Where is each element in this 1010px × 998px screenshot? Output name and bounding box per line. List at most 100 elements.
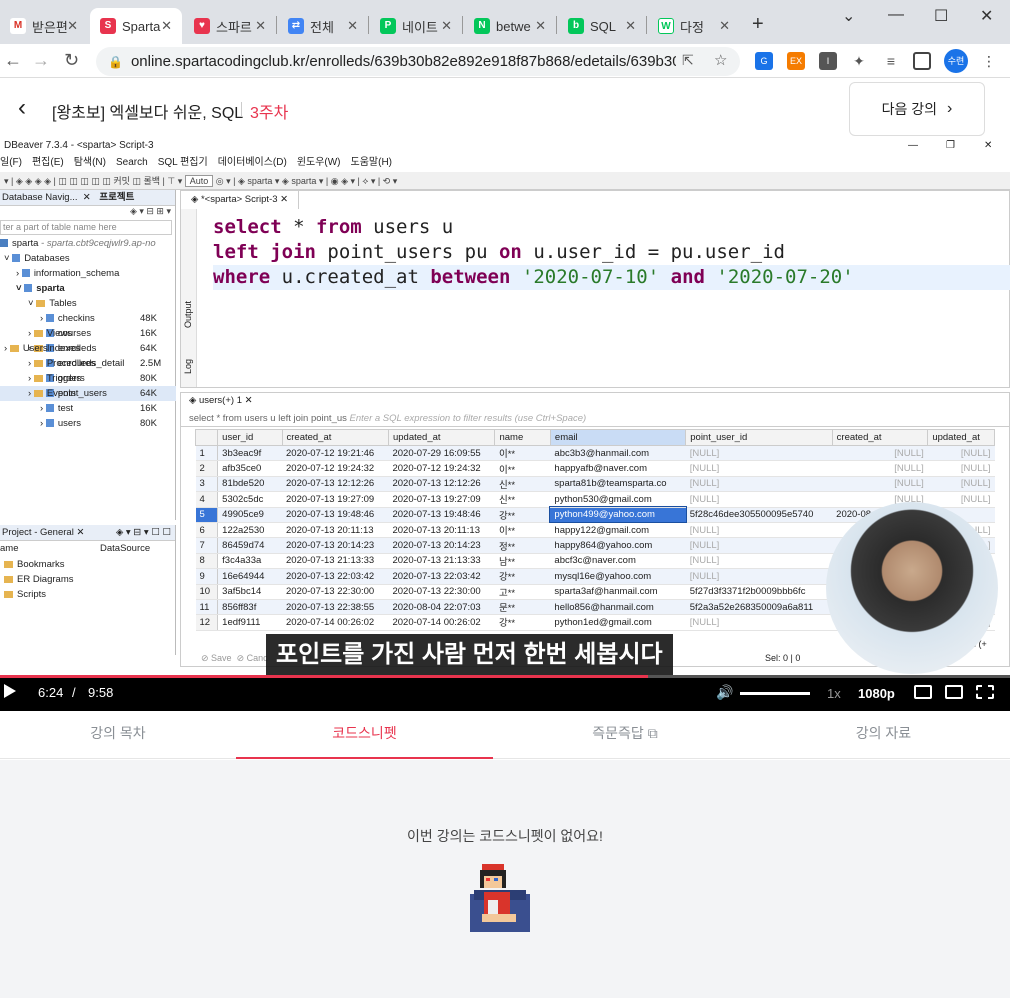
grid-cell[interactable]: 3b3eac9f: [217, 445, 282, 462]
grid-cell[interactable]: 이**: [494, 445, 551, 462]
row-number[interactable]: 1: [195, 445, 219, 462]
column-header[interactable]: user_id: [217, 429, 283, 446]
grid-cell[interactable]: 5302c5dc: [217, 491, 282, 508]
grid-cell[interactable]: 2020-07-13 12:12:26: [388, 476, 495, 493]
browser-tab[interactable]: ♥ 스파르 ✕: [184, 8, 276, 44]
grid-cell[interactable]: [NULL]: [685, 537, 833, 554]
tree-folder[interactable]: › Triggers: [0, 371, 176, 386]
close-window-icon[interactable]: ✕: [980, 6, 993, 26]
grid-cell[interactable]: 856ff83f: [217, 599, 282, 616]
puzzle-icon[interactable]: ✦: [850, 52, 868, 70]
close-icon[interactable]: ✕: [535, 18, 546, 34]
tree-info-schema[interactable]: › information_schema: [0, 266, 176, 281]
grid-cell[interactable]: happy864@yahoo.com: [550, 537, 686, 554]
grid-cell[interactable]: 2020-07-13 19:48:46: [282, 507, 389, 523]
editor-tab[interactable]: ◈ *<sparta> Script-3 ✕: [181, 191, 300, 209]
grid-cell[interactable]: python1ed@gmail.com: [550, 614, 686, 631]
tab-materials[interactable]: 강의 자료: [757, 711, 1010, 759]
table-row[interactable]: 3 81bde520 2020-07-13 12:12:26 2020-07-13 1…: [195, 476, 995, 493]
tree-tables[interactable]: ˅ Tables: [0, 296, 176, 311]
tree-databases[interactable]: ˅ Databases: [0, 251, 176, 266]
grid-cell[interactable]: mysql16e@yahoo.com: [550, 568, 686, 585]
url-text[interactable]: online.spartacodingclub.kr/enrolleds/639…: [131, 53, 676, 70]
grid-cell[interactable]: 2020-08-04 22:07:03: [388, 599, 495, 616]
grid-cell[interactable]: [NULL]: [927, 491, 995, 508]
menu-item[interactable]: 일(F): [0, 154, 22, 172]
browser-tab[interactable]: b SQL ✕: [558, 8, 646, 44]
browser-tab[interactable]: W 다정 ✕: [648, 8, 740, 44]
menu-item[interactable]: 데이터베이스(D): [218, 154, 287, 172]
grid-cell[interactable]: [NULL]: [685, 445, 833, 462]
close-icon[interactable]: ✕: [67, 18, 78, 34]
profile-avatar[interactable]: 수련: [944, 49, 968, 73]
project-item[interactable]: Bookmarks: [0, 557, 74, 572]
row-number[interactable]: 2: [195, 460, 219, 477]
tab-contents[interactable]: 강의 목차: [0, 711, 236, 759]
reload-icon[interactable]: ↻: [64, 50, 79, 71]
grid-cell[interactable]: abcf3c@naver.com: [550, 553, 686, 570]
grid-cell[interactable]: 2020-07-13 21:13:33: [282, 553, 389, 570]
table-row[interactable]: 2 afb35ce0 2020-07-12 19:24:32 2020-07-12 1…: [195, 460, 995, 477]
grid-cell[interactable]: afb35ce0: [217, 460, 282, 477]
tree-sparta[interactable]: ˅ sparta: [0, 281, 176, 296]
star-icon[interactable]: ☆: [714, 51, 727, 69]
grid-cell[interactable]: 강**: [494, 568, 551, 585]
close-icon[interactable]: ✕: [255, 18, 266, 34]
grid-cell[interactable]: 2020-07-14 00:26:02: [282, 614, 389, 631]
grid-cell[interactable]: 1edf9111: [217, 614, 282, 631]
pip-icon[interactable]: [945, 685, 963, 699]
menu-item[interactable]: 윈도우(W): [297, 154, 341, 172]
next-lecture-button[interactable]: 다음 강의 ›: [849, 82, 985, 136]
tab-code-snippets[interactable]: 코드스니펫: [236, 711, 493, 759]
grid-cell[interactable]: 49905ce9: [217, 507, 282, 523]
grid-cell[interactable]: abc3b3@hanmail.com: [550, 445, 686, 462]
grid-cell[interactable]: [NULL]: [832, 476, 928, 493]
grid-cell[interactable]: [NULL]: [685, 614, 833, 631]
grid-cell[interactable]: [NULL]: [832, 445, 928, 462]
grid-cell[interactable]: [NULL]: [685, 476, 833, 493]
table-row[interactable]: 4 5302c5dc 2020-07-13 19:27:09 2020-07-13 1…: [195, 491, 995, 508]
grid-cell[interactable]: 2020-07-13 20:14:23: [282, 537, 389, 554]
browser-tab[interactable]: M 받은편 ✕: [0, 8, 88, 44]
speed-button[interactable]: 1x: [827, 686, 841, 701]
grid-cell[interactable]: [NULL]: [832, 460, 928, 477]
minimize-icon[interactable]: —: [888, 6, 904, 24]
close-icon[interactable]: ✕: [625, 18, 636, 34]
grid-cell[interactable]: 16e64944: [217, 568, 282, 585]
menu-item[interactable]: 편집(E): [32, 154, 64, 172]
grid-cell[interactable]: 2020-07-29 16:09:55: [388, 445, 495, 462]
column-header[interactable]: created_at: [831, 429, 929, 446]
address-bar[interactable]: 🔒 online.spartacodingclub.kr/enrolleds/6…: [96, 47, 740, 76]
grid-cell[interactable]: happy122@gmail.com: [550, 522, 686, 539]
grid-cell[interactable]: 2020-07-13 22:03:42: [282, 568, 389, 585]
column-header[interactable]: created_at: [281, 429, 389, 446]
play-icon[interactable]: [4, 684, 16, 698]
row-number[interactable]: 6: [195, 522, 219, 539]
column-header[interactable]: point_user_id: [685, 429, 833, 446]
grid-cell[interactable]: happyafb@naver.com: [550, 460, 686, 477]
grid-cell[interactable]: 신**: [494, 476, 551, 493]
log-label[interactable]: Log: [183, 359, 193, 374]
menu-item[interactable]: Search: [116, 154, 148, 172]
grid-cell[interactable]: [NULL]: [685, 491, 833, 508]
grid-cell[interactable]: 2020-07-13 12:12:26: [282, 476, 389, 493]
grid-cell[interactable]: 남**: [494, 553, 551, 570]
grid-cell[interactable]: 2020-07-13 22:30:00: [282, 584, 389, 600]
column-header[interactable]: email: [549, 429, 687, 446]
browser-tab[interactable]: P 네이트 ✕: [370, 8, 462, 44]
row-number[interactable]: 4: [195, 491, 219, 508]
row-number[interactable]: 3: [195, 476, 219, 493]
media-icon[interactable]: ≡: [882, 52, 900, 70]
extension-icon[interactable]: I: [819, 52, 837, 70]
column-header[interactable]: updated_at: [387, 429, 496, 446]
grid-cell[interactable]: 이**: [494, 522, 551, 539]
tree-folder[interactable]: › Views: [0, 326, 176, 341]
table-filter-input[interactable]: ter a part of table name here: [0, 220, 172, 235]
grid-cell[interactable]: 5f28c46dee305500095e5740: [685, 507, 833, 523]
grid-cell[interactable]: [NULL]: [927, 445, 995, 462]
grid-cell[interactable]: [NULL]: [685, 553, 833, 570]
row-number[interactable]: 7: [195, 537, 219, 554]
grid-cell[interactable]: f3c4a33a: [217, 553, 282, 570]
grid-cell[interactable]: [NULL]: [927, 476, 995, 493]
row-number[interactable]: 5: [195, 507, 219, 523]
